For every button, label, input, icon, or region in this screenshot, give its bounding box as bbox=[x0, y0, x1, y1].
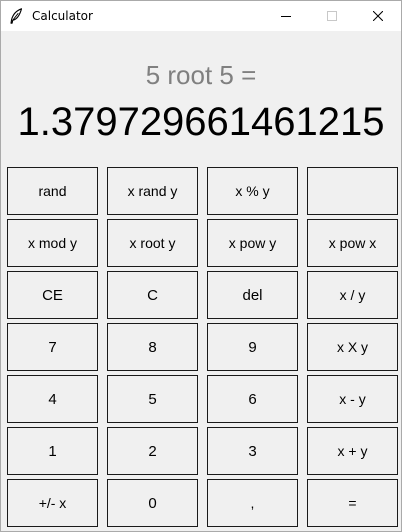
add-button[interactable]: x + y bbox=[307, 427, 398, 475]
blank-button[interactable] bbox=[307, 167, 398, 215]
title-bar[interactable]: Calculator bbox=[1, 1, 401, 31]
calculator-window: Calculator 5 root 5 = 1.379729661461215 … bbox=[0, 0, 402, 532]
multiply-button[interactable]: x X y bbox=[307, 323, 398, 371]
x-mod-y-button[interactable]: x mod y bbox=[7, 219, 98, 267]
rand-button[interactable]: rand bbox=[7, 167, 98, 215]
x-pow-y-button[interactable]: x pow y bbox=[207, 219, 298, 267]
feather-icon bbox=[9, 8, 23, 24]
x-root-y-button[interactable]: x root y bbox=[107, 219, 198, 267]
digit-5-button[interactable]: 5 bbox=[107, 375, 198, 423]
subtract-button[interactable]: x - y bbox=[307, 375, 398, 423]
clear-button[interactable]: C bbox=[107, 271, 198, 319]
digit-0-button[interactable]: 0 bbox=[107, 479, 198, 527]
digit-3-button[interactable]: 3 bbox=[207, 427, 298, 475]
x-pow-x-button[interactable]: x pow x bbox=[307, 219, 398, 267]
minimize-icon bbox=[281, 16, 291, 17]
close-button[interactable] bbox=[355, 1, 401, 31]
divide-button[interactable]: x / y bbox=[307, 271, 398, 319]
digit-9-button[interactable]: 9 bbox=[207, 323, 298, 371]
expression-display: 5 root 5 = bbox=[145, 60, 257, 90]
digit-4-button[interactable]: 4 bbox=[7, 375, 98, 423]
close-icon bbox=[373, 11, 383, 21]
decimal-separator-button[interactable]: , bbox=[207, 479, 298, 527]
digit-7-button[interactable]: 7 bbox=[7, 323, 98, 371]
result-display: 1.379729661461215 bbox=[17, 100, 385, 144]
maximize-button[interactable] bbox=[309, 1, 355, 31]
x-rand-y-button[interactable]: x rand y bbox=[107, 167, 198, 215]
clear-entry-button[interactable]: CE bbox=[7, 271, 98, 319]
window-title: Calculator bbox=[32, 9, 93, 23]
digit-1-button[interactable]: 1 bbox=[7, 427, 98, 475]
keypad: rand x rand y x % y x mod y x root y x p… bbox=[7, 167, 398, 529]
digit-8-button[interactable]: 8 bbox=[107, 323, 198, 371]
equals-button[interactable]: = bbox=[307, 479, 398, 527]
maximize-icon bbox=[327, 11, 337, 21]
delete-button[interactable]: del bbox=[207, 271, 298, 319]
x-percent-y-button[interactable]: x % y bbox=[207, 167, 298, 215]
minimize-button[interactable] bbox=[263, 1, 309, 31]
digit-2-button[interactable]: 2 bbox=[107, 427, 198, 475]
negate-button[interactable]: +/- x bbox=[7, 479, 98, 527]
digit-6-button[interactable]: 6 bbox=[207, 375, 298, 423]
